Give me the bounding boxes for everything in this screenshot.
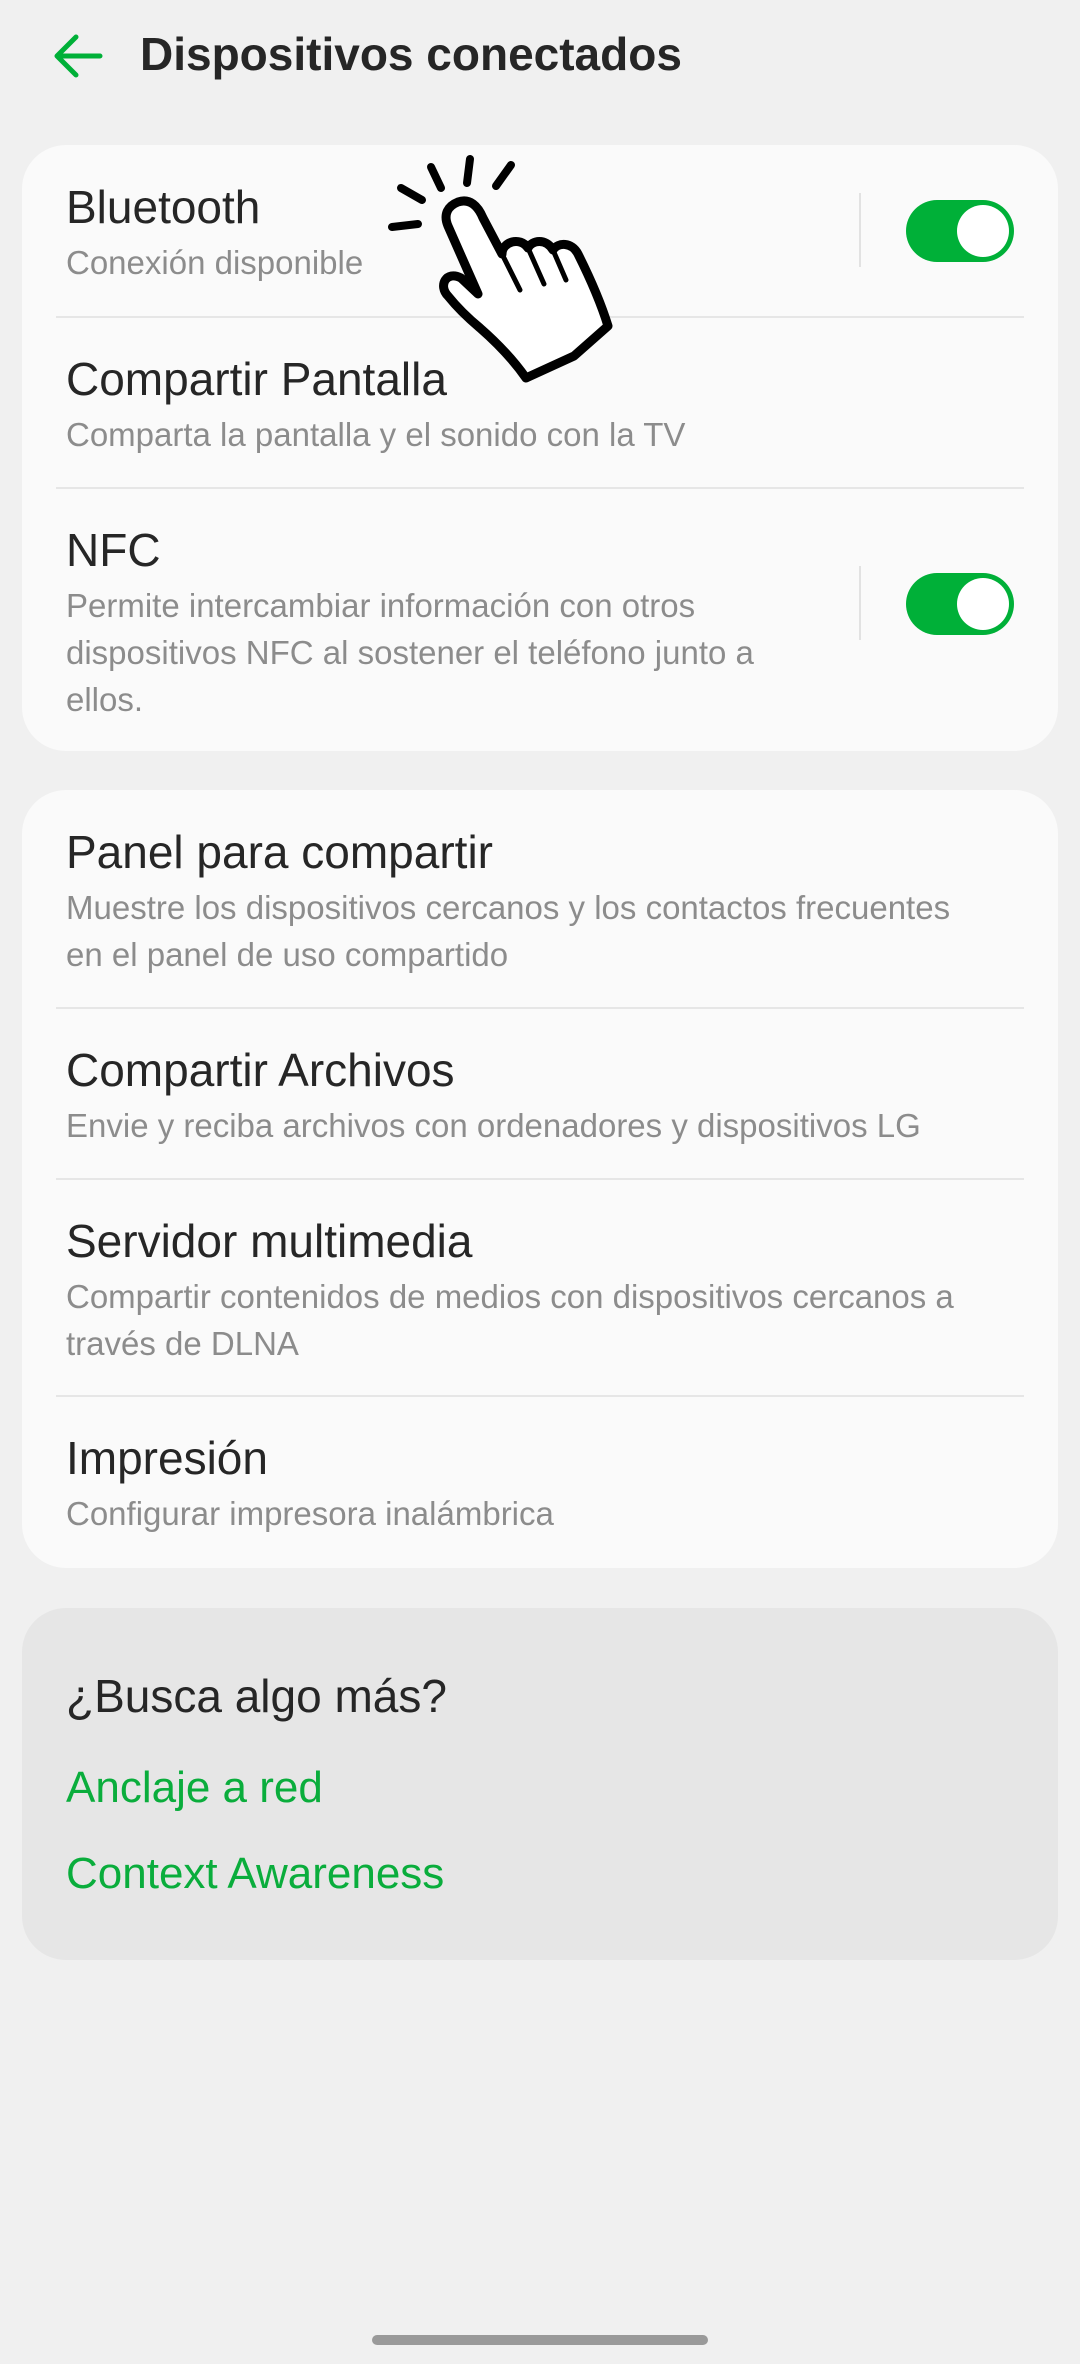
bluetooth-subtitle: Conexión disponible bbox=[66, 244, 364, 281]
sharing-card: Panel para compartir Muestre los disposi… bbox=[22, 790, 1058, 1568]
file-share-subtitle: Envie y reciba archivos con ordenadores … bbox=[66, 1107, 921, 1144]
printing-subtitle: Configurar impresora inalámbrica bbox=[66, 1495, 554, 1532]
nfc-item[interactable]: NFC Permite intercambiar información con… bbox=[22, 488, 1058, 751]
share-panel-item[interactable]: Panel para compartir Muestre los disposi… bbox=[22, 790, 1058, 1008]
looking-for-more-card: ¿Busca algo más? Anclaje a red Context A… bbox=[22, 1608, 1058, 1960]
nfc-toggle[interactable] bbox=[906, 573, 1014, 635]
share-panel-title: Panel para compartir bbox=[66, 826, 493, 878]
top-app-bar: Dispositivos conectados bbox=[0, 0, 1080, 110]
nfc-title: NFC bbox=[66, 524, 161, 576]
home-indicator[interactable] bbox=[372, 2335, 708, 2345]
screen-share-subtitle: Comparta la pantalla y el sonido con la … bbox=[66, 416, 686, 453]
media-server-subtitle: Compartir contenidos de medios con dispo… bbox=[66, 1278, 954, 1362]
back-button[interactable] bbox=[44, 22, 112, 90]
share-panel-subtitle: Muestre los dispositivos cercanos y los … bbox=[66, 889, 951, 973]
bluetooth-toggle[interactable] bbox=[906, 200, 1014, 262]
looking-for-more-title: ¿Busca algo más? bbox=[66, 1670, 447, 1722]
divider-vertical bbox=[859, 193, 861, 267]
tethering-link[interactable]: Anclaje a red bbox=[66, 1760, 323, 1816]
back-arrow-icon bbox=[54, 34, 103, 78]
nfc-subtitle: Permite intercambiar información con otr… bbox=[66, 587, 754, 718]
media-server-item[interactable]: Servidor multimedia Compartir contenidos… bbox=[22, 1179, 1058, 1396]
printing-title: Impresión bbox=[66, 1432, 268, 1484]
bluetooth-title: Bluetooth bbox=[66, 181, 261, 233]
file-share-title: Compartir Archivos bbox=[66, 1044, 455, 1096]
printing-item[interactable]: Impresión Configurar impresora inalámbri… bbox=[22, 1396, 1058, 1568]
divider-vertical bbox=[859, 566, 861, 640]
page-title: Dispositivos conectados bbox=[140, 28, 682, 80]
context-awareness-link[interactable]: Context Awareness bbox=[66, 1846, 444, 1902]
file-share-item[interactable]: Compartir Archivos Envie y reciba archiv… bbox=[22, 1008, 1058, 1179]
tap-hand-icon bbox=[388, 155, 613, 383]
media-server-title: Servidor multimedia bbox=[66, 1215, 473, 1267]
